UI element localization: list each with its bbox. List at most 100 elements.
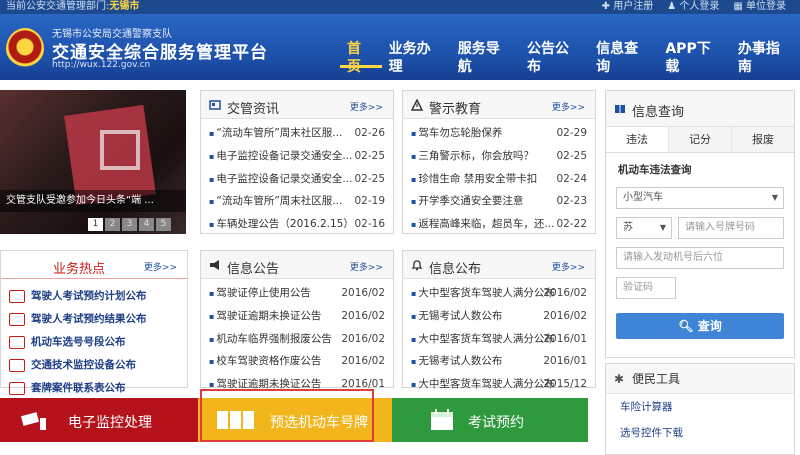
notice-panel: 信息公告 更多>> 驾驶证停止使用公告2016/02 驾驶证逾期未换证公告201… — [200, 250, 394, 390]
e-monitor-label: 电子监控处理 — [68, 415, 152, 431]
tab-points[interactable]: 记分 — [669, 127, 732, 152]
list-item[interactable]: 电子监控设备记录交通安全...02-25 — [209, 168, 385, 191]
hot-business-panel: 业务热点 更多>> 驾驶人考试预约计划公布 驾驶人考试预约结果公布 机动车选号号… — [0, 250, 188, 395]
slider-page[interactable]: 4 — [139, 218, 154, 231]
book-icon — [615, 105, 625, 113]
list-item[interactable]: “流动车管所”周末社区服...02-19 — [209, 190, 385, 213]
notice-title: 信息公告 — [227, 262, 280, 277]
list-item[interactable]: 大中型客货车驾驶人满分公布2016/02 — [411, 282, 587, 305]
bell-icon — [411, 260, 423, 271]
vehicle-type-value: 小型汽车 — [623, 192, 663, 203]
slider-page[interactable]: 1 — [88, 218, 103, 231]
highlight-box — [200, 389, 374, 442]
news-slider[interactable]: 交管支队受邀参加今日头条“端 ... 1 2 3 4 5 — [0, 90, 186, 234]
captcha-placeholder: 验证码 — [623, 282, 653, 293]
register-link[interactable]: ✚ 用户注册 — [602, 0, 654, 14]
query-button[interactable]: 🔍︎ 查询 — [616, 313, 784, 339]
list-item[interactable]: 交通技术监控设备公布 — [7, 354, 181, 377]
engine-placeholder: 请输入发动机号后六位 — [623, 252, 723, 263]
list-item[interactable]: 驾车勿忘轮胎保养02-29 — [411, 122, 587, 145]
list-item[interactable]: 套牌案件联系表公布 — [7, 377, 181, 400]
hot-title: 业务热点 — [53, 262, 106, 277]
dept-indicator: 当前公安交通管理部门:无锡市 — [6, 0, 139, 14]
user-icon: ♟ — [667, 1, 680, 12]
exam-booking-label: 考试预约 — [468, 415, 524, 431]
tab-scrap[interactable]: 报废 — [732, 127, 794, 152]
camera-icon — [20, 412, 46, 430]
org-login-link[interactable]: ▦ 单位登录 — [733, 0, 786, 14]
dept-value[interactable]: 无锡市 — [109, 1, 139, 12]
plate-number-input[interactable]: 请输入号牌号码 — [678, 217, 784, 239]
list-item[interactable]: 车辆处理公告（2016.2.15）02-16 — [209, 213, 385, 236]
slider-caption[interactable]: 交管支队受邀参加今日头条“端 ... — [0, 190, 186, 212]
publish-more-link[interactable]: 更多>> — [552, 260, 585, 273]
tool-link-plate-control-download[interactable]: 选号控件下载 — [606, 420, 794, 446]
nav-announcements[interactable]: 公告公布 — [520, 40, 589, 75]
list-item[interactable]: 校车驾驶资格作废公告2016/02 — [209, 350, 385, 373]
personal-login-link[interactable]: ♟ 个人登录 — [667, 0, 719, 14]
province-select[interactable]: 苏 ▼ — [616, 217, 672, 239]
list-item[interactable]: 大中型客货车驾驶人满分公布2015/12 — [411, 373, 587, 396]
list-item[interactable]: 无锡考试人数公布2016/01 — [411, 350, 587, 373]
notice-more-link[interactable]: 更多>> — [350, 260, 383, 273]
query-label: 机动车违法查询 — [618, 164, 692, 176]
news-title: 交管资讯 — [227, 102, 280, 117]
list-item[interactable]: 无锡考试人数公布2016/02 — [411, 305, 587, 328]
captcha-input[interactable]: 验证码 — [616, 277, 676, 299]
nav-guide[interactable]: 办事指南 — [731, 40, 800, 75]
warning-panel: 警示教育 更多>> 驾车勿忘轮胎保养02-29 三角警示标，你会放吗？02-25… — [402, 90, 596, 234]
list-item[interactable]: 机动车选号号段公布 — [7, 331, 181, 354]
hot-more-link[interactable]: 更多>> — [144, 260, 177, 273]
top-bar: 当前公安交通管理部门:无锡市 ✚ 用户注册 ♟ 个人登录 ▦ 单位登录 — [0, 0, 800, 14]
list-item[interactable]: 开学季交通安全要注意02-23 — [411, 190, 587, 213]
search-icon: 🔍︎ — [678, 319, 698, 333]
convenience-tools-panel: 便民工具 车险计算器 选号控件下载 — [605, 363, 795, 455]
query-title: 信息查询 — [632, 105, 685, 120]
list-item[interactable]: 机动车临界强制报废公告2016/02 — [209, 328, 385, 351]
chevron-down-icon: ▼ — [771, 193, 778, 202]
list-item[interactable]: “流动车管所”周末社区服...02-26 — [209, 122, 385, 145]
slider-page[interactable]: 2 — [105, 218, 120, 231]
news-panel: 交管资讯 更多>> “流动车管所”周末社区服...02-26 电子监控设备记录交… — [200, 90, 394, 234]
warning-title: 警示教育 — [429, 102, 482, 117]
tool-link-insurance-calculator[interactable]: 车险计算器 — [606, 394, 794, 420]
list-item[interactable]: 驾驶证逾期未换证公告2016/02 — [209, 305, 385, 328]
plate-icon — [9, 336, 25, 349]
list-item[interactable]: 珍惜生命 禁用安全带卡扣02-24 — [411, 168, 587, 191]
warning-icon — [411, 99, 423, 111]
nav-home[interactable]: 首页 — [340, 40, 382, 75]
e-monitor-button[interactable]: 电子监控处理 — [0, 398, 198, 442]
list-item[interactable]: 驾驶人考试预约结果公布 — [7, 308, 181, 331]
list-item[interactable]: 电子监控设备记录交通安全...02-25 — [209, 145, 385, 168]
site-header: 无锡市公安局交通警察支队 交通安全综合服务管理平台 http://wux.122… — [0, 14, 800, 80]
list-item[interactable]: 返程高峰来临，超员车，还...02-22 — [411, 213, 587, 236]
slider-image-frame — [100, 130, 140, 170]
list-item[interactable]: 驾驶人考试预约计划公布 — [7, 285, 181, 308]
vehicle-type-select[interactable]: 小型汽车 ▼ — [616, 187, 784, 209]
nav-info-query[interactable]: 信息查询 — [589, 40, 658, 75]
warning-more-link[interactable]: 更多>> — [552, 100, 585, 113]
police-badge-logo — [6, 28, 44, 70]
list-item[interactable]: 大中型客货车驾驶人满分公布2016/01 — [411, 328, 587, 351]
slider-page[interactable]: 5 — [156, 218, 171, 231]
tab-violation[interactable]: 违法 — [606, 127, 669, 152]
nav-app-download[interactable]: APP下载 — [658, 40, 731, 75]
megaphone-icon — [210, 260, 219, 270]
province-value: 苏 — [623, 222, 633, 233]
calendar-icon — [9, 290, 25, 303]
nav-business[interactable]: 业务办理 — [382, 40, 451, 75]
list-item[interactable]: 三角警示标，你会放吗？02-25 — [411, 145, 587, 168]
exam-booking-button[interactable]: 考试预约 — [392, 398, 588, 442]
engine-number-input[interactable]: 请输入发动机号后六位 — [616, 247, 784, 269]
camera-icon — [9, 359, 25, 372]
news-more-link[interactable]: 更多>> — [350, 100, 383, 113]
org-login-label: 单位登录 — [746, 1, 786, 12]
slider-page[interactable]: 3 — [122, 218, 137, 231]
nav-service-guide[interactable]: 服务导航 — [451, 40, 520, 75]
query-tabs: 违法 记分 报废 — [606, 127, 794, 153]
newspaper-icon — [209, 100, 221, 110]
info-query-panel: 信息查询 违法 记分 报废 机动车违法查询 小型汽车 ▼ 苏 ▼ 请输入号牌号码 请… — [605, 90, 795, 358]
slider-pager: 1 2 3 4 5 — [88, 218, 171, 231]
table-icon — [9, 382, 25, 395]
list-item[interactable]: 驾驶证停止使用公告2016/02 — [209, 282, 385, 305]
